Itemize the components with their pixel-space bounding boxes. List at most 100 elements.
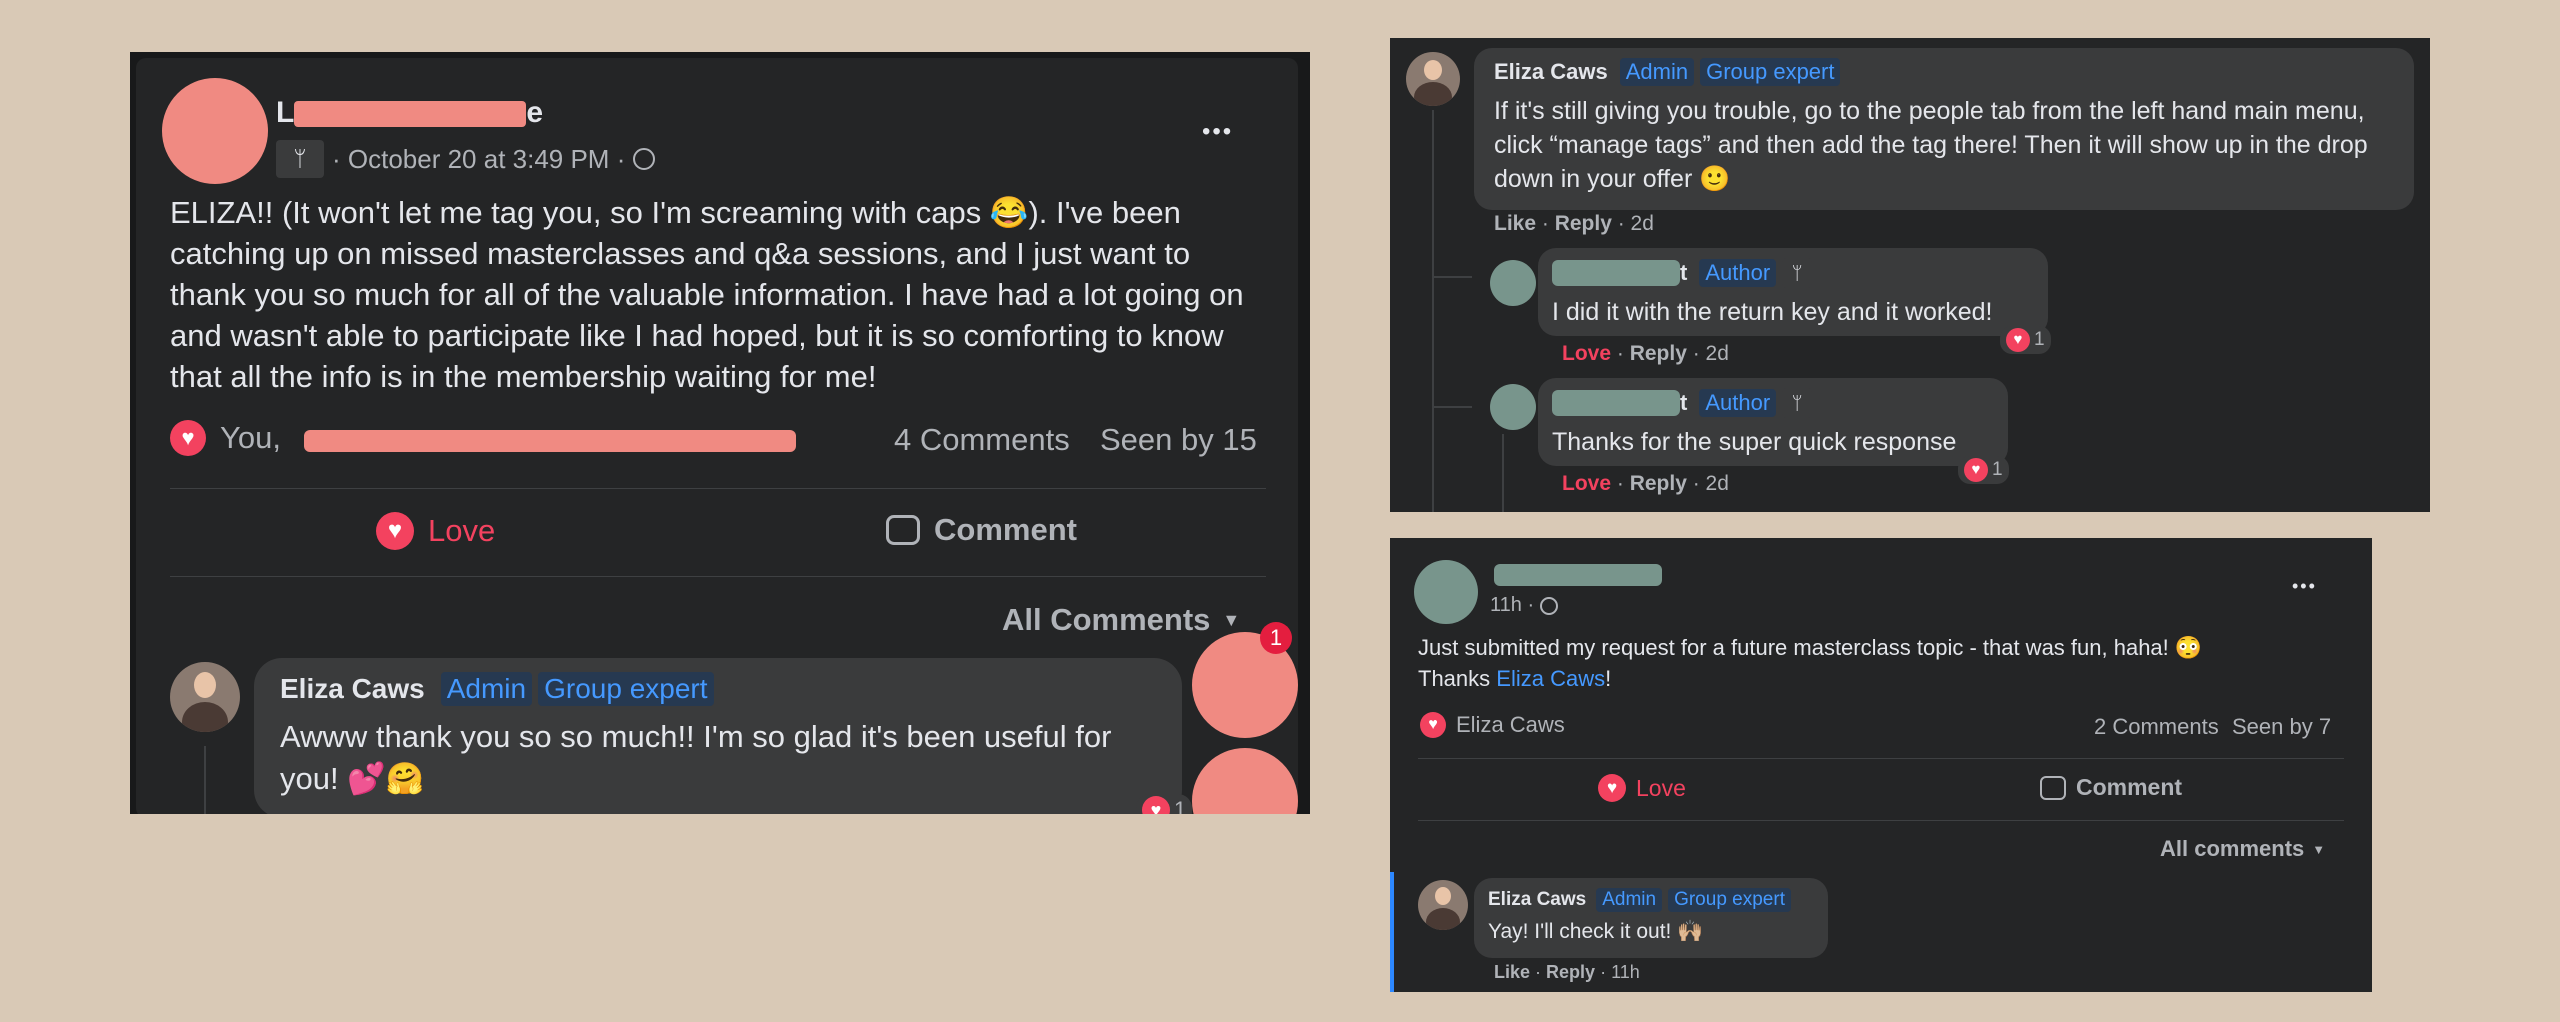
- reply-link[interactable]: Reply: [1546, 962, 1595, 982]
- love-reaction-icon: ♥: [2006, 328, 2030, 352]
- reply-reaction[interactable]: ♥ 1: [2000, 326, 2051, 354]
- post-time[interactable]: 11h ·: [1490, 594, 1534, 617]
- admin-badge[interactable]: Admin: [440, 672, 533, 706]
- reactors-label: You,: [220, 420, 281, 455]
- all-comments-dropdown[interactable]: All Comments ▼: [1002, 602, 1240, 638]
- commenter-avatar[interactable]: [170, 662, 240, 732]
- reply-avatar[interactable]: [1490, 384, 1536, 430]
- reply-time[interactable]: · 2d: [1693, 472, 1729, 495]
- author-badge[interactable]: Author: [1699, 259, 1777, 287]
- reply-bubble: t Author ᛘ I did it with the return key …: [1538, 248, 2048, 336]
- reply-avatar[interactable]: [1490, 260, 1536, 306]
- reply-bubble: t Author ᛘ Thanks for the super quick re…: [1538, 378, 2008, 466]
- divider: [1418, 820, 2344, 821]
- thread-line: [1502, 434, 1504, 512]
- group-expert-badge[interactable]: Group expert: [1700, 58, 1841, 86]
- reply-link[interactable]: Reply: [1630, 342, 1687, 365]
- comments-count[interactable]: 4 Comments: [894, 422, 1070, 458]
- reactions-row[interactable]: ♥ Eliza Caws: [1420, 712, 1565, 738]
- reply-text: I did it with the return key and it work…: [1552, 298, 1993, 326]
- admin-badge[interactable]: Admin: [1619, 58, 1695, 86]
- divider: [170, 488, 1266, 489]
- reply-time[interactable]: · 2d: [1693, 342, 1729, 365]
- reply-actions: Love · Reply · 2d: [1562, 472, 1729, 495]
- more-options-button[interactable]: •••: [1202, 118, 1233, 146]
- chevron-down-icon: ▼: [2312, 841, 2326, 857]
- love-icon: ♥: [1598, 774, 1626, 802]
- post-screenshot-left: Le ᛘ · October 20 at 3:49 PM · ••• ELIZA…: [130, 52, 1310, 814]
- reply-connector: [1432, 406, 1472, 408]
- comment-time[interactable]: · 2d: [1618, 212, 1654, 235]
- commenter-name-row: Eliza Caws Admin Group expert: [1488, 888, 1791, 912]
- post-body: Just submitted my request for a future m…: [1418, 635, 2203, 691]
- reply-time[interactable]: · 11h: [1600, 962, 1640, 982]
- post-meta: ᛘ · October 20 at 3:49 PM ·: [276, 140, 656, 178]
- more-options-button[interactable]: •••: [2292, 576, 2317, 597]
- commenter-name-row: Eliza Caws Admin Group expert: [280, 672, 714, 706]
- reply-text: Thanks for the super quick response: [1552, 428, 1957, 456]
- commenter-name[interactable]: Eliza Caws: [280, 673, 425, 705]
- thread-line: [1432, 110, 1434, 512]
- reactors-redaction: [304, 430, 796, 452]
- reply-text: Awww thank you so so much!! I'm so glad …: [280, 719, 1112, 796]
- group-privacy-icon: [633, 148, 656, 170]
- love-button[interactable]: ♥ Love: [1598, 774, 1686, 802]
- name-redaction: [1552, 390, 1680, 416]
- chevron-down-icon: ▼: [1222, 609, 1241, 630]
- post-body: ELIZA!! (It won't let me tag you, so I'm…: [170, 195, 1244, 394]
- post-date[interactable]: · October 20 at 3:49 PM ·: [332, 144, 625, 175]
- love-icon: ♥: [376, 512, 414, 550]
- group-expert-badge[interactable]: Group expert: [538, 672, 714, 706]
- author-name[interactable]: Le: [276, 96, 543, 130]
- all-comments-dropdown[interactable]: All comments ▼: [2160, 836, 2325, 862]
- comment-text: If it's still giving you trouble, go to …: [1494, 97, 2368, 193]
- commenter-name[interactable]: Eliza Caws: [1488, 889, 1586, 911]
- love-link[interactable]: Love: [1562, 342, 1611, 365]
- comment-icon: [886, 515, 920, 545]
- author-avatar[interactable]: [1414, 560, 1478, 624]
- seen-by[interactable]: Seen by 15: [1100, 422, 1257, 458]
- reply-connector: [1432, 276, 1472, 278]
- group-expert-badge[interactable]: Group expert: [1668, 888, 1791, 912]
- reactors-label: Eliza Caws: [1456, 712, 1565, 737]
- love-reaction-icon: ♥: [1142, 796, 1170, 814]
- comment-button[interactable]: Comment: [2040, 774, 2182, 801]
- love-link[interactable]: Love: [1562, 472, 1611, 495]
- reply-reaction[interactable]: ♥ 1: [1958, 456, 2009, 484]
- commenter-avatar[interactable]: [1406, 52, 1460, 106]
- post-screenshot-right: 11h · ••• Just submitted my request for …: [1390, 538, 2372, 992]
- mention-link[interactable]: Eliza Caws: [1496, 666, 1605, 691]
- love-reaction-icon: ♥: [1420, 712, 1446, 738]
- group-privacy-icon: [1540, 596, 1559, 615]
- post-card: Le ᛘ · October 20 at 3:49 PM · ••• ELIZA…: [136, 58, 1298, 814]
- comment-highlight-bar: [1390, 872, 1394, 992]
- commenter-avatar[interactable]: [1418, 880, 1468, 930]
- love-reaction-icon: ♥: [170, 420, 206, 456]
- reactions-row[interactable]: ♥ You,: [170, 420, 281, 456]
- reply-link[interactable]: Reply: [1630, 472, 1687, 495]
- sprout-icon: ᛘ: [1782, 258, 1813, 288]
- admin-badge[interactable]: Admin: [1596, 888, 1663, 912]
- commenter-name[interactable]: Eliza Caws: [1494, 59, 1608, 85]
- sprout-icon: ᛘ: [276, 140, 324, 178]
- thread-line: [204, 746, 206, 814]
- reply-reaction[interactable]: ♥ 1: [1136, 794, 1193, 814]
- author-badge[interactable]: Author: [1699, 389, 1777, 417]
- chat-head-avatar[interactable]: [1192, 748, 1298, 814]
- comment-button[interactable]: Comment: [886, 512, 1077, 548]
- author-avatar[interactable]: [162, 78, 268, 184]
- seen-by[interactable]: Seen by 7: [2232, 714, 2331, 740]
- like-link[interactable]: Like: [1494, 962, 1530, 982]
- divider: [1418, 758, 2344, 759]
- comments-count[interactable]: 2 Comments: [2094, 714, 2219, 740]
- comment-thread-screenshot: Eliza Caws Admin Group expert If it's st…: [1390, 38, 2430, 512]
- like-link[interactable]: Like: [1494, 212, 1536, 235]
- love-button[interactable]: ♥ Love: [376, 512, 495, 550]
- commenter-name-row: Eliza Caws Admin Group expert: [1494, 58, 1841, 86]
- comment-bubble: Eliza Caws Admin Group expert If it's st…: [1474, 48, 2414, 210]
- reply-link[interactable]: Reply: [1555, 212, 1612, 235]
- author-name-redaction: [1494, 564, 1662, 586]
- post-meta: 11h ·: [1490, 594, 1559, 617]
- reply-text: Yay! I'll check it out! 🙌🏼: [1488, 920, 1704, 943]
- replier-name-row: t Author ᛘ: [1552, 388, 1813, 418]
